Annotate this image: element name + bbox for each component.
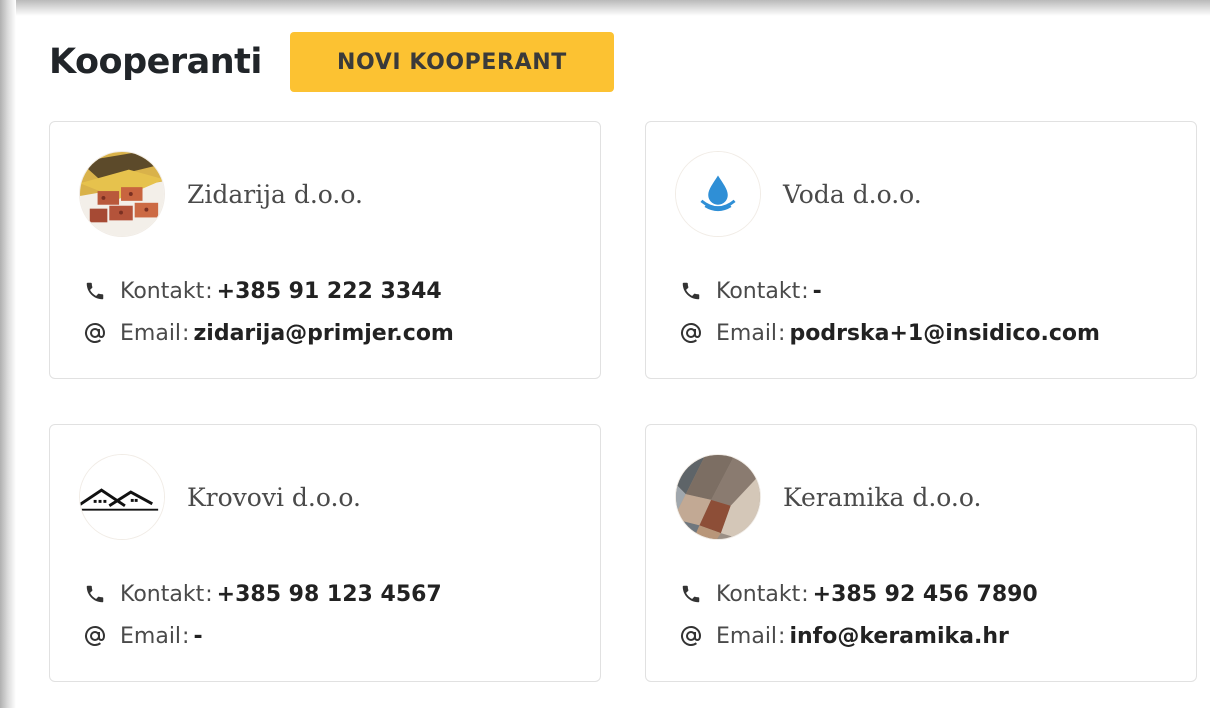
email-row: Email: podrska+1@insidico.com xyxy=(678,320,1100,346)
window-shadow-left xyxy=(0,0,16,708)
label-colon: : xyxy=(801,581,809,607)
partner-card[interactable]: Keramika d.o.o. Kontakt: +385 92 456 789… xyxy=(645,424,1197,682)
page-header: Kooperanti NOVI KOOPERANT xyxy=(49,32,614,92)
contact-row: Kontakt: +385 91 222 3344 xyxy=(82,278,442,304)
contact-row: Kontakt: +385 92 456 7890 xyxy=(678,581,1038,607)
partner-header: Krovovi d.o.o. xyxy=(79,454,361,540)
contact-value[interactable]: +385 91 222 3344 xyxy=(217,279,442,304)
email-label: Email xyxy=(716,623,778,649)
label-colon: : xyxy=(778,320,786,346)
phone-icon xyxy=(678,278,704,304)
page-title: Kooperanti xyxy=(49,42,262,82)
partner-card[interactable]: Krovovi d.o.o. Kontakt: +385 98 123 4567… xyxy=(49,424,601,682)
email-value[interactable]: zidarija@primjer.com xyxy=(193,321,453,346)
email-row: Email: zidarija@primjer.com xyxy=(82,320,454,346)
at-icon xyxy=(678,320,704,346)
contact-row: Kontakt: - xyxy=(678,278,822,304)
contact-row: Kontakt: +385 98 123 4567 xyxy=(82,581,442,607)
partner-name: Voda d.o.o. xyxy=(783,179,922,209)
email-row: Email: - xyxy=(82,623,203,649)
label-colon: : xyxy=(205,581,213,607)
page: Kooperanti NOVI KOOPERANT Zidarija d.o.o… xyxy=(16,16,1210,708)
phone-icon xyxy=(678,581,704,607)
label-colon: : xyxy=(778,623,786,649)
contact-label: Kontakt xyxy=(716,278,801,304)
partner-header: Voda d.o.o. xyxy=(675,151,922,237)
label-colon: : xyxy=(182,623,190,649)
contact-value[interactable]: - xyxy=(813,279,822,304)
label-colon: : xyxy=(801,278,809,304)
partner-header: Zidarija d.o.o. xyxy=(79,151,363,237)
at-icon xyxy=(678,623,704,649)
email-label: Email xyxy=(120,320,182,346)
email-value[interactable]: - xyxy=(193,624,202,649)
label-colon: : xyxy=(182,320,190,346)
avatar xyxy=(79,454,165,540)
at-icon xyxy=(82,320,108,346)
avatar xyxy=(79,151,165,237)
water-drop-icon xyxy=(676,152,760,236)
partner-name: Zidarija d.o.o. xyxy=(187,179,363,209)
new-partner-button[interactable]: NOVI KOOPERANT xyxy=(289,32,614,92)
tiles-image xyxy=(676,455,760,539)
email-value[interactable]: info@keramika.hr xyxy=(789,624,1008,649)
at-icon xyxy=(82,623,108,649)
email-row: Email: info@keramika.hr xyxy=(678,623,1009,649)
bricks-image xyxy=(80,152,164,236)
phone-icon xyxy=(82,278,108,304)
email-label: Email xyxy=(716,320,778,346)
email-label: Email xyxy=(120,623,182,649)
avatar xyxy=(675,454,761,540)
phone-icon xyxy=(82,581,108,607)
contact-label: Kontakt xyxy=(120,581,205,607)
partner-name: Krovovi d.o.o. xyxy=(187,482,361,512)
email-value[interactable]: podrska+1@insidico.com xyxy=(789,321,1100,346)
avatar xyxy=(675,151,761,237)
partner-card[interactable]: Zidarija d.o.o. Kontakt: +385 91 222 334… xyxy=(49,121,601,379)
contact-label: Kontakt xyxy=(120,278,205,304)
label-colon: : xyxy=(205,278,213,304)
partner-header: Keramika d.o.o. xyxy=(675,454,981,540)
window-shadow-top xyxy=(0,0,1210,16)
partner-name: Keramika d.o.o. xyxy=(783,482,982,512)
contact-value[interactable]: +385 98 123 4567 xyxy=(217,582,442,607)
roofs-icon xyxy=(80,455,164,539)
contact-label: Kontakt xyxy=(716,581,801,607)
contact-value[interactable]: +385 92 456 7890 xyxy=(813,582,1038,607)
partner-card[interactable]: Voda d.o.o. Kontakt: - Email: podrska+1@… xyxy=(645,121,1197,379)
